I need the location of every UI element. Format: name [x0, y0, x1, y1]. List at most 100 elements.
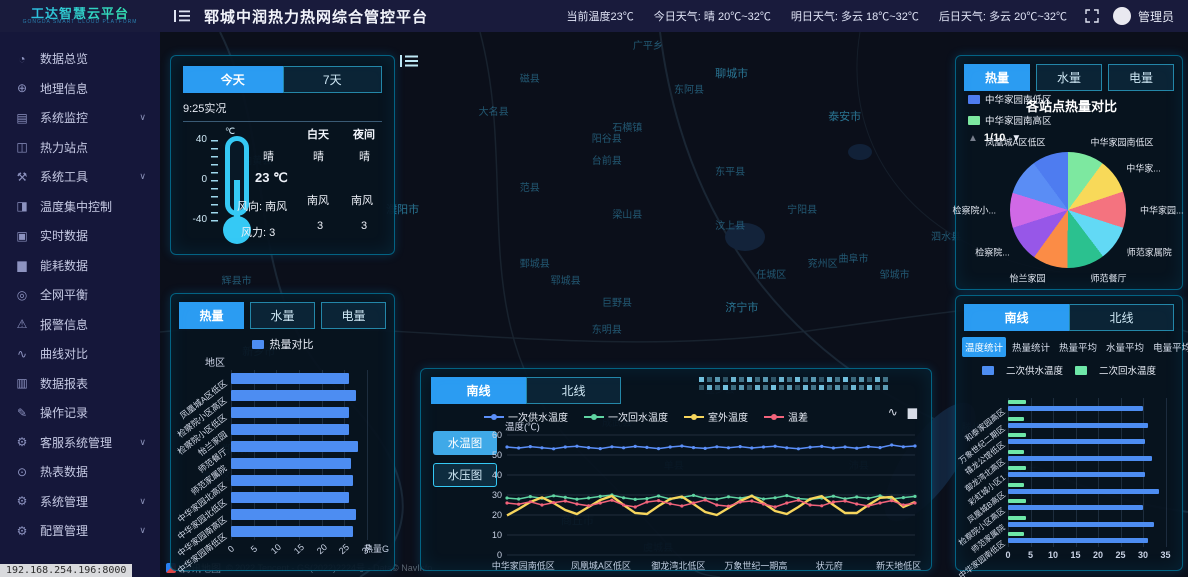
deco-square: [707, 385, 712, 390]
deco-square: [771, 385, 776, 390]
sidebar-item[interactable]: ⚙系统管理∨: [0, 487, 160, 517]
bar: [231, 373, 349, 384]
sidebar-item[interactable]: ◔数据总览: [0, 44, 160, 74]
sidebar-item[interactable]: ▣实时数据: [0, 221, 160, 251]
sidebar-item-label: 热力站点: [40, 139, 88, 156]
avatar[interactable]: [1113, 7, 1131, 25]
bar-return: [1008, 483, 1024, 487]
bar-supply: [1008, 472, 1145, 477]
sidebar-item[interactable]: ▤系统监控∨: [0, 103, 160, 133]
bar-unit-label: 热量G: [364, 542, 389, 555]
tomorrow-weather: 明日天气: 多云 18℃~32℃: [791, 8, 919, 24]
panel-tab[interactable]: 南线: [431, 377, 526, 404]
deco-square: [795, 377, 800, 382]
sub-tab[interactable]: 水量平均: [1103, 337, 1147, 357]
panel-tab[interactable]: 今天: [183, 66, 283, 93]
sub-tab[interactable]: 电量平均: [1150, 337, 1188, 357]
station-heat-pie-panel: 热量水量电量 中华家园南低区中华家园南高区 各站点热量对比 ▲ 1/10 ▼ 中…: [955, 55, 1183, 290]
pie-legend-item[interactable]: 中华家园南高区: [968, 113, 1052, 127]
line-legend-item[interactable]: 一次回水温度: [584, 409, 668, 424]
fullscreen-icon[interactable]: [1085, 9, 1099, 23]
line-legend-item[interactable]: 室外温度: [684, 409, 748, 424]
sidebar-item[interactable]: ⊙热表数据: [0, 457, 160, 487]
panel-tab[interactable]: 北线: [1069, 304, 1174, 331]
logo-subtitle: GONGDA SMART CLOUD PLATFORM: [0, 20, 160, 25]
legend-label: 二次供水温度: [1006, 363, 1063, 377]
page-up-icon[interactable]: ▲: [968, 133, 978, 144]
line-chart: 0102030405060中华家园南低区凤凰城A区低区御龙湾北低区万象世纪一期高…: [477, 429, 923, 577]
paired-bar-xticks: 05101520253035: [1008, 550, 1170, 564]
bar-supply: [1008, 505, 1143, 510]
map-place-label: 兖州区: [808, 255, 838, 270]
map-canvas[interactable]: 广平乡磁县大名县东阿县聊城市泰安市石横镇阳谷县内黄县台前县东平县濮阳市范县梁山县…: [160, 32, 1188, 577]
sidebar-item[interactable]: ⚒系统工具∨: [0, 162, 160, 192]
panel-tab[interactable]: 南线: [964, 304, 1069, 331]
map-place-label: 梁山县: [612, 206, 642, 221]
bar: [231, 407, 349, 418]
sidebar-item[interactable]: ⊕地理信息: [0, 74, 160, 104]
deco-square: [803, 385, 808, 390]
deco-square: [851, 385, 856, 390]
station-heat-bar-panel: 热量水量电量 热量对比 地区 凤凰城A区低区检察院小区高区检察院小区低区怡兰家园…: [170, 293, 395, 571]
bar-chart-toolbox-icon[interactable]: ▆: [908, 405, 917, 419]
report-icon: ▥: [14, 376, 30, 390]
sidebar-item[interactable]: ✎操作记录: [0, 398, 160, 428]
app-logo: 工达智慧云平台 GONGDA SMART CLOUD PLATFORM: [0, 7, 160, 26]
deco-square: [859, 377, 864, 382]
sub-tab[interactable]: 温度统计: [962, 337, 1006, 357]
forecast-night-wind: 南风: [351, 192, 373, 208]
deco-square: [835, 377, 840, 382]
deco-square: [779, 377, 784, 382]
sub-tab[interactable]: 热量统计: [1009, 337, 1053, 357]
line-legend-item[interactable]: 温差: [764, 409, 808, 424]
legend-marker: [484, 413, 504, 421]
sidebar-item-label: 系统工具: [40, 168, 88, 185]
thermostat-icon: ◨: [14, 199, 30, 213]
sidebar-item-label: 配置管理: [40, 522, 88, 539]
panel-tab[interactable]: 热量: [964, 64, 1030, 91]
map-hamburger-icon[interactable]: [400, 54, 418, 73]
bar: [231, 509, 356, 520]
sidebar-item-label: 数据总览: [40, 50, 88, 67]
deco-square: [787, 385, 792, 390]
sidebar-item[interactable]: ⚠报警信息: [0, 310, 160, 340]
deco-square: [771, 377, 776, 382]
line-chart-toolbox-icon[interactable]: ∿: [888, 405, 898, 419]
left-panel-legend: 热量对比: [171, 336, 394, 352]
thermometer-scale-value: 0: [201, 174, 207, 185]
svg-text:凤凰城A区低区: 凤凰城A区低区: [571, 560, 631, 571]
sidebar-item[interactable]: ◨温度集中控制: [0, 192, 160, 222]
deco-square: [779, 385, 784, 390]
x-tick-label: 15: [1070, 550, 1080, 560]
sidebar-item[interactable]: ▆能耗数据: [0, 251, 160, 281]
current-condition: 晴: [263, 148, 274, 164]
sidebar-item[interactable]: ⚙配置管理∨: [0, 516, 160, 546]
svg-text:30: 30: [492, 490, 502, 500]
map-place-label: 郓城县: [551, 272, 581, 287]
pie-panel-tabs: 热量水量电量: [964, 64, 1174, 91]
panel-tab[interactable]: 北线: [526, 377, 621, 404]
panel-tab[interactable]: 水量: [1036, 64, 1102, 91]
bar-return: [1008, 400, 1026, 404]
panel-tab[interactable]: 电量: [1108, 64, 1174, 91]
sidebar-item[interactable]: ◫热力站点: [0, 133, 160, 163]
sidebar-item-label: 系统监控: [40, 109, 88, 126]
deco-square: [699, 377, 704, 382]
x-tick-label: 25: [1115, 550, 1125, 560]
chevron-down-icon: ∨: [139, 437, 146, 448]
panel-tab[interactable]: 电量: [321, 302, 386, 329]
sidebar-collapse-icon[interactable]: [174, 9, 190, 23]
map-place-label: 阳谷县: [592, 130, 622, 145]
logo-title: 工达智慧云平台: [0, 7, 160, 21]
panel-tab[interactable]: 水量: [250, 302, 315, 329]
forecast-day-condition: 晴: [313, 148, 324, 164]
panel-tab[interactable]: 7天: [283, 66, 383, 93]
svg-text:御龙湾北低区: 御龙湾北低区: [651, 560, 705, 571]
sidebar-item[interactable]: ⚙客服系统管理∨: [0, 428, 160, 458]
sub-tab[interactable]: 热量平均: [1056, 337, 1100, 357]
legend-swatch: [968, 95, 980, 104]
sidebar-item[interactable]: ◎全网平衡: [0, 280, 160, 310]
sidebar-item[interactable]: ▥数据报表: [0, 369, 160, 399]
panel-tab[interactable]: 热量: [179, 302, 244, 329]
sidebar-item[interactable]: ∿曲线对比: [0, 339, 160, 369]
